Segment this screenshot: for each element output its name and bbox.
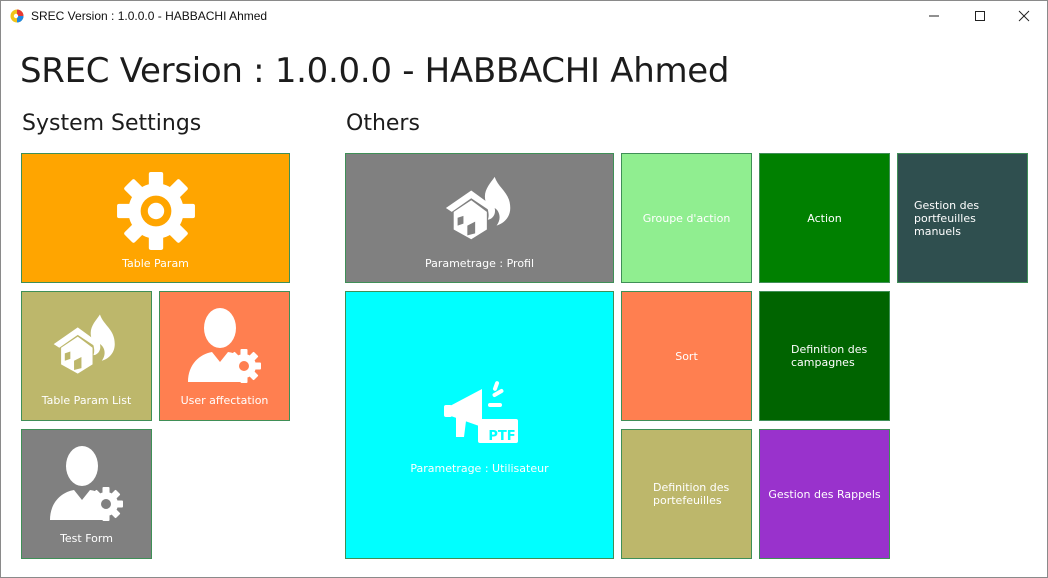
tile-label-wrap: Gestion des Rappels <box>760 430 889 558</box>
ptf-badge-text: PTF <box>488 429 516 444</box>
tile-definition-portefeuilles[interactable]: Definition des portefeuilles <box>621 429 752 559</box>
house-fire-icon <box>53 314 115 374</box>
tile-parametrage-profil[interactable]: Parametrage : Profil <box>345 153 614 283</box>
tile-table-param-list[interactable]: Table Param List <box>21 291 152 421</box>
app-window: SREC Version : 1.0.0.0 - HABBACHI Ahmed … <box>0 0 1048 578</box>
maximize-icon <box>975 11 985 21</box>
tile-label-wrap: Action <box>760 154 889 282</box>
section-title-system-settings: System Settings <box>22 111 202 136</box>
minimize-button[interactable] <box>911 1 957 31</box>
tile-definition-campagnes[interactable]: Definition des campagnes <box>759 291 890 421</box>
tile-label: Groupe d'action <box>642 211 731 225</box>
close-icon <box>1018 10 1030 22</box>
user-gear-icon <box>50 446 123 521</box>
window-title: SREC Version : 1.0.0.0 - HABBACHI Ahmed <box>31 9 268 23</box>
tile-user-affectation[interactable]: User affectation <box>159 291 290 421</box>
app-logo-icon <box>10 9 24 23</box>
tile-label-wrap: Sort <box>622 292 751 420</box>
tile-test-form[interactable]: Test Form <box>21 429 152 559</box>
tile-label: User affectation <box>180 394 269 407</box>
tile-sort[interactable]: Sort <box>621 291 752 421</box>
tile-table-param[interactable]: Table Param <box>21 153 290 283</box>
tile-label: Gestion des Rappels <box>768 487 881 501</box>
maximize-button[interactable] <box>957 1 1003 31</box>
tile-label: Gestion des portfeuilles manuels <box>914 198 980 238</box>
tile-gestion-rappels[interactable]: Gestion des Rappels <box>759 429 890 559</box>
close-button[interactable] <box>1001 1 1047 31</box>
tile-label: Parametrage : Profil <box>424 257 535 270</box>
tile-groupe-action[interactable]: Groupe d'action <box>621 153 752 283</box>
tile-label-wrap: Groupe d'action <box>622 154 751 282</box>
tile-label-wrap: Definition des campagnes <box>760 292 889 420</box>
tile-action[interactable]: Action <box>759 153 890 283</box>
user-gear-icon <box>188 308 261 383</box>
page-title: SREC Version : 1.0.0.0 - HABBACHI Ahmed <box>20 51 730 91</box>
gear-icon <box>117 172 195 250</box>
title-bar: SREC Version : 1.0.0.0 - HABBACHI Ahmed <box>1 1 1047 31</box>
minimize-icon <box>929 15 939 17</box>
tile-label-wrap: Definition des portefeuilles <box>622 430 751 558</box>
tile-label: Definition des campagnes <box>791 343 868 369</box>
tile-label-wrap: Gestion des portfeuilles manuels <box>898 154 1027 282</box>
tile-label: Sort <box>675 349 698 363</box>
tile-parametrage-utilisateur[interactable]: PTF Parametrage : Utilisateur <box>345 291 614 559</box>
tile-label: Action <box>807 211 842 225</box>
house-fire-icon <box>445 176 511 240</box>
tile-label: Test Form <box>60 532 113 545</box>
section-title-others: Others <box>346 111 420 136</box>
tile-gestion-portfeuilles-manuels[interactable]: Gestion des portfeuilles manuels <box>897 153 1028 283</box>
tile-label: Table Param List <box>41 394 132 407</box>
tile-label: Definition des portefeuilles <box>653 481 730 507</box>
tile-label: Table Param <box>122 257 189 270</box>
tile-label: Parametrage : Utilisateur <box>410 462 549 475</box>
